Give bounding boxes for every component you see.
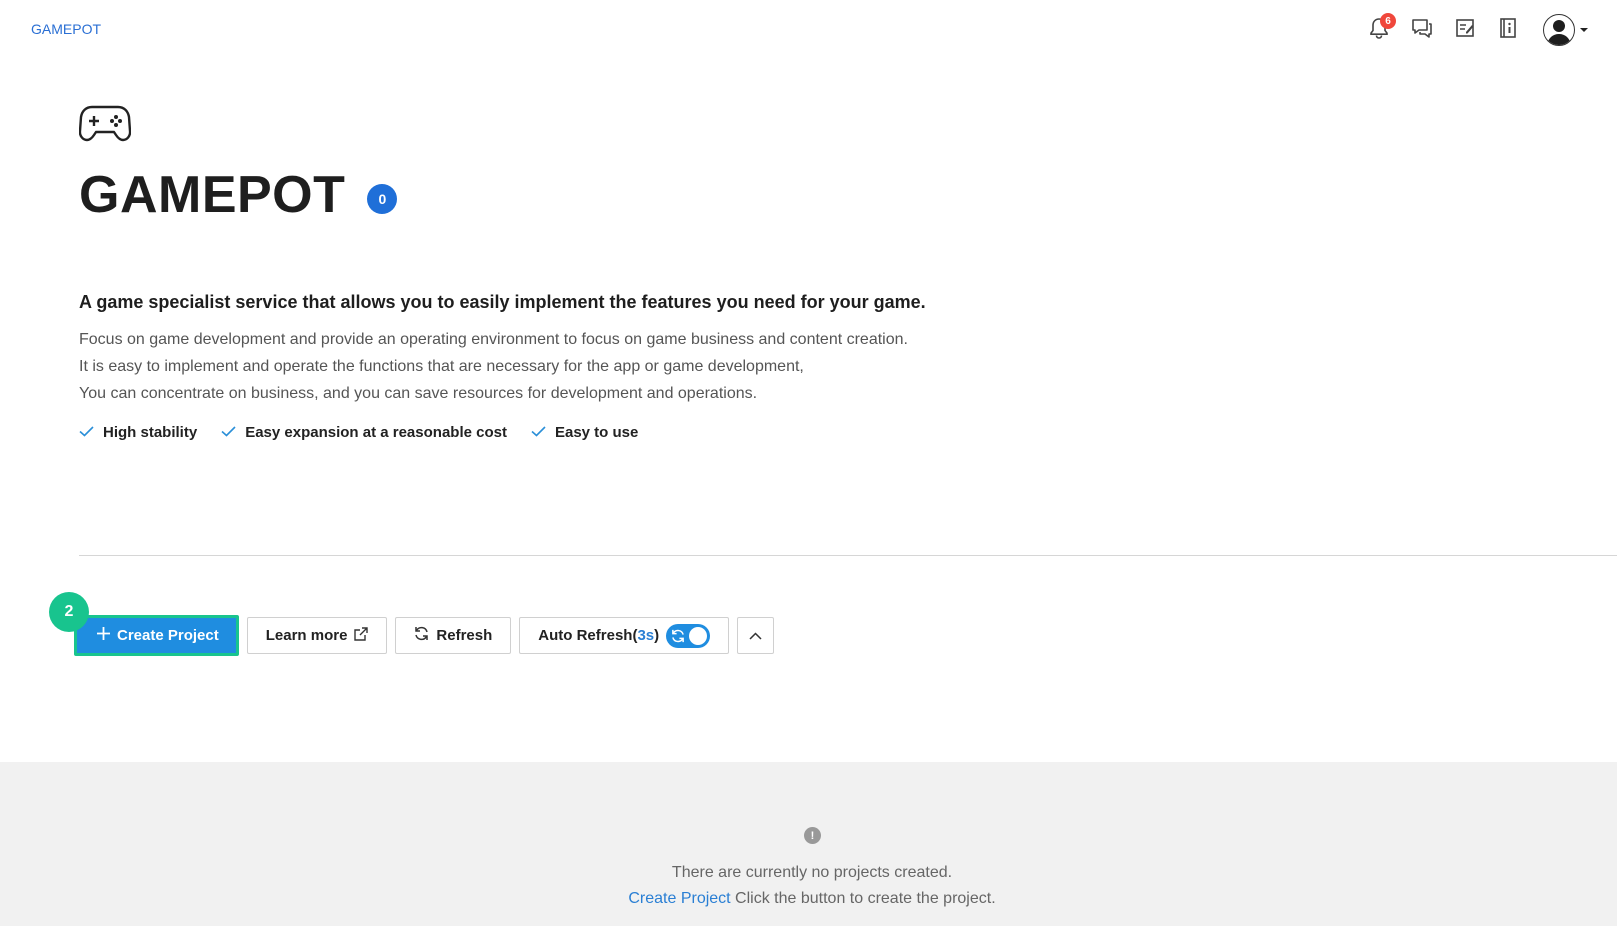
feature-label: Easy expansion at a reasonable cost xyxy=(245,424,507,441)
refresh-label: Refresh xyxy=(436,627,493,644)
header-icons: 6 xyxy=(1357,13,1589,46)
caret-down-icon xyxy=(1579,21,1589,39)
refresh-button[interactable]: Refresh xyxy=(395,617,512,654)
auto-refresh-control: Auto Refresh(3s) xyxy=(519,617,730,654)
plus-icon xyxy=(97,627,110,644)
messages-button[interactable] xyxy=(1400,14,1443,46)
user-avatar-icon xyxy=(1543,14,1575,46)
chat-icon xyxy=(1411,18,1433,43)
profile-menu[interactable] xyxy=(1543,14,1589,46)
top-bar: GAMEPOT 6 xyxy=(0,0,1617,60)
info-button[interactable] xyxy=(1486,14,1529,46)
project-count-badge: 0 xyxy=(367,184,398,214)
project-toolbar: Create Project Learn more Refresh Auto R… xyxy=(74,615,775,656)
auto-refresh-toggle[interactable] xyxy=(666,623,711,648)
service-description: Focus on game development and provide an… xyxy=(79,326,908,407)
chevron-up-icon xyxy=(749,627,762,644)
section-divider xyxy=(79,555,1617,556)
service-headline: A game specialist service that allows yo… xyxy=(79,292,926,312)
auto-refresh-interval: 3s xyxy=(637,627,655,644)
info-circle-icon: ! xyxy=(804,827,821,844)
feature-label: High stability xyxy=(103,424,198,441)
description-line: It is easy to implement and operate the … xyxy=(79,358,804,375)
notification-count-badge: 6 xyxy=(1380,13,1396,29)
create-project-label: Create Project xyxy=(117,627,219,644)
title-row: GAMEPOT 0 xyxy=(79,165,398,225)
feature-item: High stability xyxy=(79,424,197,441)
learn-more-label: Learn more xyxy=(265,627,348,644)
empty-state-hint-text: Click the button to create the project. xyxy=(730,890,996,907)
description-line: Focus on game development and provide an… xyxy=(79,331,908,348)
notifications-button[interactable]: 6 xyxy=(1357,13,1400,46)
auto-refresh-paren: ) xyxy=(654,627,660,644)
empty-state-message: There are currently no projects created. xyxy=(671,864,953,881)
refresh-icon xyxy=(414,626,429,645)
gamepad-icon xyxy=(78,104,132,147)
collapse-button[interactable] xyxy=(737,617,775,654)
toggle-refresh-icon xyxy=(671,629,685,647)
check-icon xyxy=(221,424,236,441)
external-link-icon xyxy=(354,626,369,645)
check-icon xyxy=(79,424,94,441)
check-icon xyxy=(531,424,546,441)
breadcrumb-gamepot[interactable]: GAMEPOT xyxy=(31,21,101,37)
feature-label: Easy to use xyxy=(554,424,639,441)
description-line: You can concentrate on business, and you… xyxy=(79,385,758,402)
feature-item: Easy expansion at a reasonable cost xyxy=(221,424,507,441)
info-book-icon xyxy=(1499,17,1517,44)
step-number-badge: 2 xyxy=(49,592,89,632)
toggle-knob xyxy=(689,626,708,645)
feature-list: High stability Easy expansion at a reaso… xyxy=(79,424,638,441)
page-title: GAMEPOT xyxy=(79,166,346,224)
feature-item: Easy to use xyxy=(531,424,638,441)
create-project-button[interactable]: Create Project xyxy=(74,615,239,656)
create-project-link[interactable]: Create Project xyxy=(628,890,730,907)
empty-state-hint: Create Project Click the button to creat… xyxy=(0,890,1617,908)
learn-more-button[interactable]: Learn more xyxy=(246,617,388,654)
memo-icon xyxy=(1455,18,1475,43)
memo-button[interactable] xyxy=(1443,14,1486,46)
auto-refresh-label: Auto Refresh( xyxy=(538,627,638,644)
